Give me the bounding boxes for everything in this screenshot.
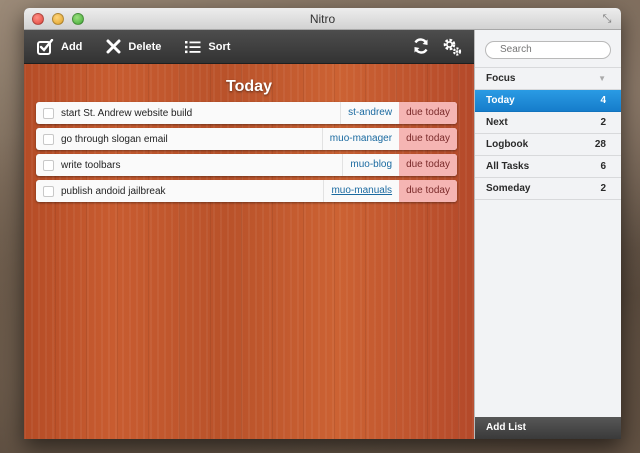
sidebar-item-today[interactable]: Today 4 (475, 90, 621, 112)
sidebar-item-label: Focus (486, 73, 516, 84)
toolbar: Add Delete Sort (24, 30, 474, 64)
task-name[interactable]: write toolbars (61, 160, 342, 171)
task-checkbox[interactable] (43, 185, 54, 197)
task-list: start St. Andrew website build st-andrew… (36, 102, 457, 206)
task-name[interactable]: start St. Andrew website build (61, 108, 340, 119)
task-checkbox[interactable] (43, 107, 54, 119)
sidebar-item-all-tasks[interactable]: All Tasks 6 (475, 156, 621, 178)
sidebar-item-count: 6 (600, 161, 606, 172)
task-checkbox[interactable] (43, 159, 54, 171)
sidebar-item-count: 4 (600, 95, 606, 106)
sidebar-item-next[interactable]: Next 2 (475, 112, 621, 134)
task-row[interactable]: write toolbars muo-blog due today (36, 154, 457, 176)
sidebar-item-label: Someday (486, 183, 531, 194)
sidebar: Focus ▼ Today 4 Next 2 Logbook 28 All Ta… (474, 30, 621, 439)
task-tag[interactable]: muo-blog (342, 154, 399, 176)
triangle-down-icon[interactable]: ▼ (598, 74, 606, 83)
search-area (475, 30, 621, 67)
app-window: Nitro ⤡ Add Delete Sort Today start St. … (24, 8, 621, 439)
sidebar-item-label: Next (486, 117, 508, 128)
search-input[interactable] (485, 40, 611, 59)
add-list-button[interactable]: Add List (475, 417, 621, 439)
due-badge[interactable]: due today (399, 128, 457, 150)
checkbox-add-icon (37, 38, 54, 55)
list-heading: Today (226, 78, 272, 95)
task-row[interactable]: go through slogan email muo-manager due … (36, 128, 457, 150)
task-tag[interactable]: muo-manager (321, 128, 399, 150)
sort-button[interactable]: Sort (185, 40, 230, 54)
due-badge[interactable]: due today (399, 180, 457, 202)
sidebar-item-label: All Tasks (486, 161, 530, 172)
task-panel: Add Delete Sort Today start St. Andrew w… (24, 30, 474, 439)
task-row[interactable]: publish andoid jailbreak muo-manuals due… (36, 180, 457, 202)
task-name[interactable]: go through slogan email (61, 134, 322, 145)
task-name[interactable]: publish andoid jailbreak (61, 186, 323, 197)
sidebar-item-label: Today (486, 95, 515, 106)
add-button[interactable]: Add (37, 38, 83, 55)
sidebar-item-count: 28 (594, 139, 606, 150)
sidebar-item-focus[interactable]: Focus ▼ (475, 68, 621, 90)
title-bar[interactable]: Nitro ⤡ (24, 8, 621, 30)
x-delete-icon (106, 39, 121, 54)
due-badge[interactable]: due today (399, 102, 457, 124)
task-checkbox[interactable] (43, 133, 54, 145)
due-badge[interactable]: due today (399, 154, 457, 176)
task-tag[interactable]: st-andrew (340, 102, 399, 124)
sidebar-item-logbook[interactable]: Logbook 28 (475, 134, 621, 156)
sidebar-item-label: Logbook (486, 139, 529, 150)
window-title: Nitro (309, 12, 336, 26)
list-navigation: Focus ▼ Today 4 Next 2 Logbook 28 All Ta… (475, 67, 621, 200)
sync-icon[interactable] (412, 37, 430, 61)
add-button-label: Add (61, 40, 83, 53)
sidebar-item-count: 2 (600, 117, 606, 128)
delete-button[interactable]: Delete (106, 39, 161, 54)
settings-gears-icon[interactable] (442, 37, 462, 61)
task-row[interactable]: start St. Andrew website build st-andrew… (36, 102, 457, 124)
task-tag[interactable]: muo-manuals (323, 180, 399, 202)
delete-button-label: Delete (128, 40, 162, 53)
list-sort-icon (185, 40, 201, 54)
sort-button-label: Sort (208, 40, 231, 53)
sidebar-item-count: 2 (600, 183, 606, 194)
sidebar-item-someday[interactable]: Someday 2 (475, 178, 621, 200)
fullscreen-icon[interactable]: ⤡ (600, 12, 614, 26)
